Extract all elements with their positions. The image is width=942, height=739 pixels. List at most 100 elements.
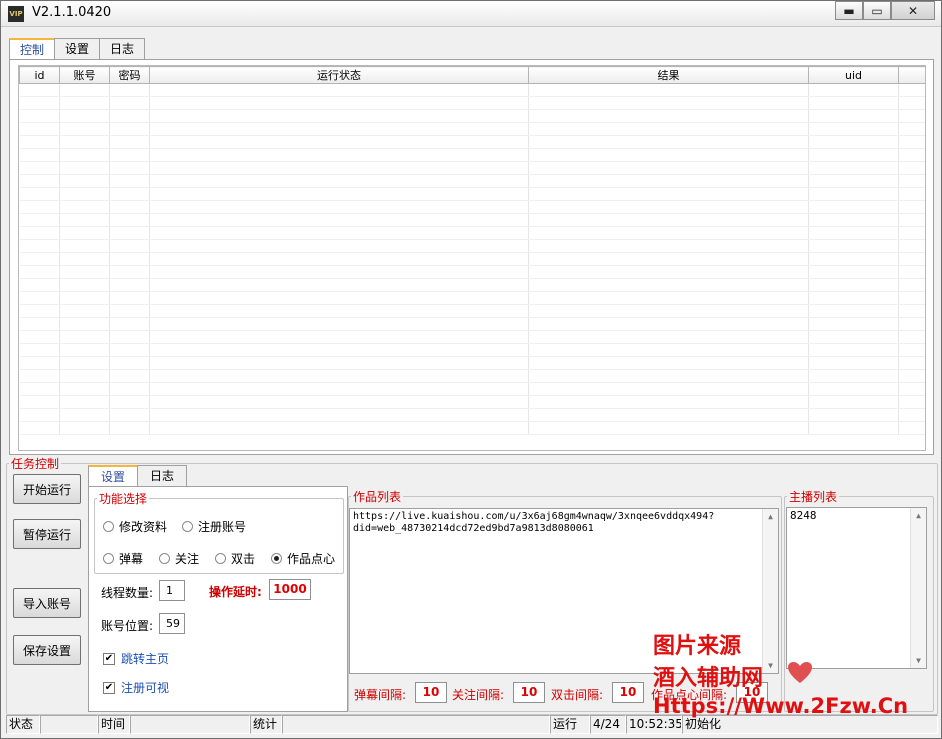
subtab-settings[interactable]: 设置	[88, 465, 139, 487]
table-cell[interactable]	[528, 83, 809, 97]
table-cell[interactable]	[898, 408, 925, 422]
table-cell[interactable]	[808, 109, 899, 123]
table-cell[interactable]	[19, 83, 60, 97]
table-cell[interactable]	[59, 304, 110, 318]
table-cell[interactable]	[19, 239, 60, 253]
table-cell[interactable]	[808, 408, 899, 422]
table-cell[interactable]	[109, 382, 150, 396]
radio-register-account[interactable]: 注册账号	[182, 518, 246, 535]
table-cell[interactable]	[898, 135, 925, 149]
table-cell[interactable]	[808, 395, 899, 409]
table-cell[interactable]	[528, 161, 809, 175]
table-cell[interactable]	[898, 265, 925, 279]
table-cell[interactable]	[149, 304, 529, 318]
table-cell[interactable]	[808, 252, 899, 266]
table-cell[interactable]	[808, 382, 899, 396]
column-header-result[interactable]: 结果	[528, 66, 809, 84]
table-row[interactable]	[19, 265, 925, 279]
table-cell[interactable]	[19, 226, 60, 240]
table-cell[interactable]	[19, 304, 60, 318]
table-row[interactable]	[19, 200, 925, 214]
table-cell[interactable]	[19, 135, 60, 149]
table-cell[interactable]	[898, 226, 925, 240]
table-cell[interactable]	[109, 148, 150, 162]
scroll-down-icon[interactable]: ▼	[763, 658, 778, 673]
table-cell[interactable]	[59, 239, 110, 253]
table-cell[interactable]	[59, 161, 110, 175]
table-cell[interactable]	[528, 239, 809, 253]
table-cell[interactable]	[898, 109, 925, 123]
table-cell[interactable]	[19, 421, 60, 435]
table-cell[interactable]	[149, 83, 529, 97]
table-row[interactable]	[19, 135, 925, 149]
table-cell[interactable]	[898, 395, 925, 409]
table-cell[interactable]	[808, 161, 899, 175]
table-cell[interactable]	[898, 174, 925, 188]
table-cell[interactable]	[528, 304, 809, 318]
table-cell[interactable]	[109, 421, 150, 435]
table-row[interactable]	[19, 408, 925, 422]
table-cell[interactable]	[808, 187, 899, 201]
table-cell[interactable]	[59, 291, 110, 305]
column-header-password[interactable]: 密码	[109, 66, 150, 84]
table-cell[interactable]	[898, 252, 925, 266]
table-row[interactable]	[19, 343, 925, 357]
table-cell[interactable]	[528, 122, 809, 136]
table-cell[interactable]	[59, 83, 110, 97]
table-cell[interactable]	[109, 239, 150, 253]
table-cell[interactable]	[109, 161, 150, 175]
radio-danmaku[interactable]: 弹幕	[103, 550, 143, 567]
scroll-up-icon[interactable]: ▲	[911, 508, 926, 523]
table-cell[interactable]	[109, 304, 150, 318]
table-cell[interactable]	[528, 343, 809, 357]
operation-delay-input[interactable]: 1000	[269, 579, 311, 600]
table-cell[interactable]	[149, 200, 529, 214]
table-cell[interactable]	[528, 382, 809, 396]
radio-follow[interactable]: 关注	[159, 550, 199, 567]
table-cell[interactable]	[528, 252, 809, 266]
table-cell[interactable]	[808, 174, 899, 188]
table-cell[interactable]	[898, 278, 925, 292]
radio-work-like[interactable]: 作品点心	[271, 550, 335, 567]
table-row[interactable]	[19, 226, 925, 240]
table-row[interactable]	[19, 161, 925, 175]
table-cell[interactable]	[149, 291, 529, 305]
table-cell[interactable]	[19, 200, 60, 214]
account-position-input[interactable]: 59	[159, 613, 185, 634]
table-cell[interactable]	[59, 226, 110, 240]
table-cell[interactable]	[149, 356, 529, 370]
table-cell[interactable]	[149, 187, 529, 201]
table-cell[interactable]	[149, 408, 529, 422]
double-click-interval-input[interactable]: 10	[612, 682, 644, 703]
table-cell[interactable]	[19, 252, 60, 266]
table-cell[interactable]	[59, 408, 110, 422]
table-cell[interactable]	[149, 122, 529, 136]
table-cell[interactable]	[528, 421, 809, 435]
pause-button[interactable]: 暂停运行	[13, 519, 81, 549]
table-cell[interactable]	[808, 317, 899, 331]
table-cell[interactable]	[19, 187, 60, 201]
table-cell[interactable]	[808, 226, 899, 240]
save-settings-button[interactable]: 保存设置	[13, 635, 81, 665]
table-cell[interactable]	[528, 408, 809, 422]
table-cell[interactable]	[898, 96, 925, 110]
table-cell[interactable]	[898, 187, 925, 201]
table-row[interactable]	[19, 239, 925, 253]
table-row[interactable]	[19, 187, 925, 201]
register-visible-checkbox[interactable]: ✔ 注册可视	[103, 679, 169, 696]
table-row[interactable]	[19, 382, 925, 396]
table-cell[interactable]	[149, 421, 529, 435]
table-cell[interactable]	[19, 278, 60, 292]
table-cell[interactable]	[528, 135, 809, 149]
jump-home-checkbox[interactable]: ✔ 跳转主页	[103, 650, 169, 667]
table-cell[interactable]	[109, 356, 150, 370]
table-cell[interactable]	[808, 122, 899, 136]
thread-count-input[interactable]: 1	[159, 580, 185, 601]
table-cell[interactable]	[808, 304, 899, 318]
table-cell[interactable]	[898, 343, 925, 357]
table-cell[interactable]	[59, 109, 110, 123]
table-cell[interactable]	[19, 317, 60, 331]
table-cell[interactable]	[898, 213, 925, 227]
table-cell[interactable]	[528, 330, 809, 344]
table-cell[interactable]	[59, 252, 110, 266]
